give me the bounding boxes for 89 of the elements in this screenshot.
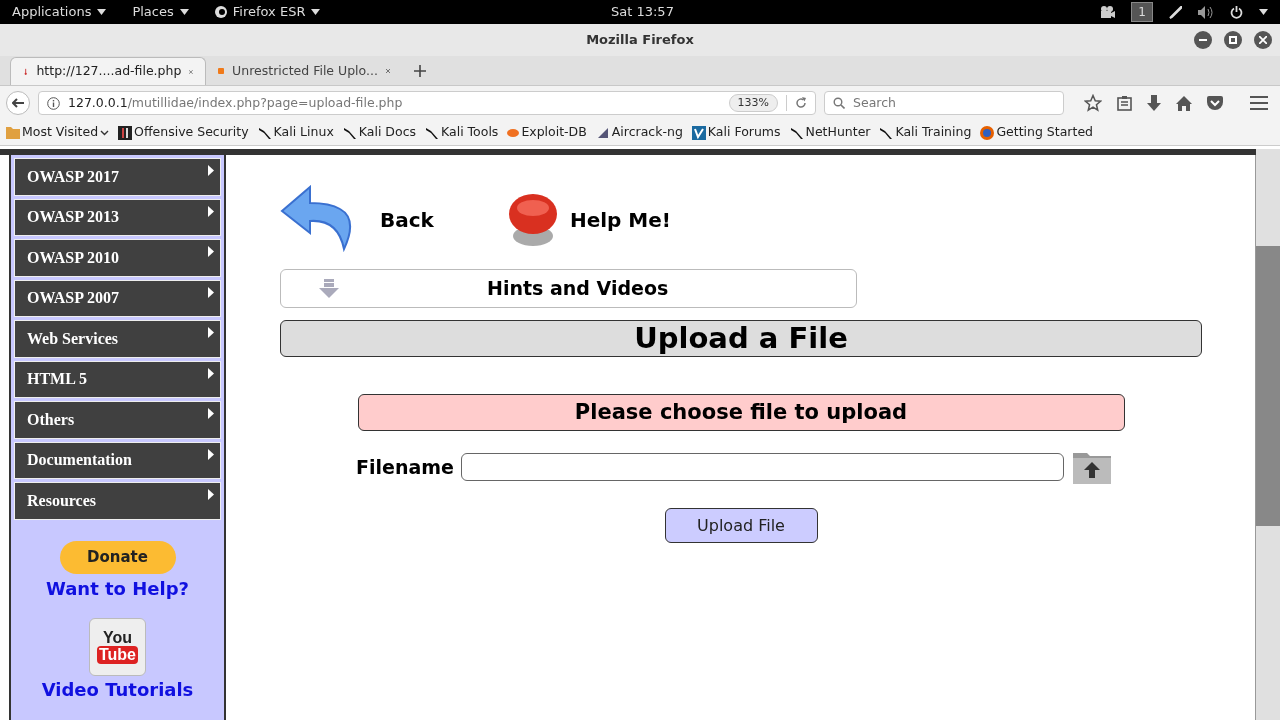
plus-icon <box>414 65 426 77</box>
caret-icon <box>311 9 321 15</box>
back-button[interactable] <box>6 91 30 115</box>
pocket-icon[interactable] <box>1207 96 1223 110</box>
star-icon[interactable] <box>1084 94 1102 112</box>
arrow-right-icon <box>208 489 214 501</box>
tab-title: http://127....ad-file.php <box>36 62 182 81</box>
arrow-right-icon <box>208 327 214 339</box>
help-link[interactable]: Want to Help? <box>45 574 190 602</box>
window-title: Mozilla Firefox <box>586 31 694 50</box>
top-bar-menu[interactable]: Firefox ESR <box>214 2 321 22</box>
bookmark-item[interactable]: NetHunter <box>789 123 871 142</box>
sidebar-menu-item[interactable]: Resources <box>14 482 221 520</box>
video-tutorials-link[interactable]: Video Tutorials <box>41 675 194 703</box>
info-icon <box>47 96 60 110</box>
upload-file-button[interactable]: Upload File <box>664 508 818 543</box>
clipboard-icon[interactable] <box>1117 95 1132 111</box>
arrow-right-icon <box>208 246 214 258</box>
sidebar-menu-item[interactable]: Others <box>14 401 221 439</box>
hints-panel[interactable]: Hints and Videos <box>280 269 857 308</box>
hints-title: Hints and Videos <box>487 276 669 302</box>
volume-icon <box>1198 5 1214 19</box>
bookmark-item[interactable]: Kali Docs <box>342 123 416 142</box>
youtube-logo[interactable]: You Tube <box>89 617 146 676</box>
filename-label: Filename <box>356 454 454 480</box>
bookmark-item[interactable]: Kali Linux <box>257 123 334 142</box>
caret-icon <box>1259 9 1268 15</box>
arrow-right-icon <box>208 367 214 379</box>
upload-message: Please choose file to upload <box>357 394 1125 431</box>
bookmark-item[interactable]: Kali Forums <box>691 123 781 142</box>
search-icon <box>833 97 845 109</box>
arrow-right-icon <box>208 286 214 298</box>
url-text: 127.0.0.1/mutillidae/index.php?page=upload-file.php <box>68 93 404 112</box>
bookmark-item[interactable]: Exploit-DB <box>507 123 587 142</box>
donate-button[interactable]: Donate <box>59 540 176 574</box>
firefox-icon <box>980 125 995 140</box>
folder-icon <box>6 126 20 139</box>
close-button[interactable] <box>1254 31 1272 49</box>
help-link[interactable]: Help Me! <box>569 205 671 235</box>
page-heading: Upload a File <box>280 320 1202 357</box>
home-icon[interactable] <box>1176 95 1192 111</box>
sidebar-menu-item[interactable]: HTML 5 <box>14 360 221 398</box>
bookmark-icon <box>691 125 706 140</box>
arrow-down-icon <box>319 278 339 299</box>
arrow-right-icon <box>208 165 214 177</box>
search-field[interactable]: Search <box>824 91 1064 115</box>
arrow-right-icon <box>208 448 214 460</box>
maximize-button[interactable] <box>1224 31 1242 49</box>
back-link[interactable]: Back <box>380 205 434 235</box>
minimize-button[interactable] <box>1194 31 1212 49</box>
clock: Sat 13:57 <box>611 3 674 22</box>
sidebar-menu-item[interactable]: OWASP 2017 <box>14 158 221 196</box>
browser-tab[interactable]: http://127....ad-file.php <box>10 57 206 85</box>
sidebar-menu-item[interactable]: Web Services <box>14 320 221 358</box>
workspace-indicator[interactable]: 1 <box>1131 2 1153 22</box>
bookmark-item[interactable]: Aircrack-ng <box>595 123 683 142</box>
caret-icon <box>179 9 189 15</box>
arrow-right-icon <box>208 205 214 217</box>
firefox-icon <box>214 6 227 18</box>
menu-icon[interactable] <box>1250 96 1268 110</box>
bookmark-item[interactable]: Offensive Security <box>118 123 249 142</box>
address-field[interactable]: 127.0.0.1/mutillidae/index.php?page=upload-file.php 133% <box>38 91 816 115</box>
bookmark-icon <box>118 125 133 140</box>
pen-icon <box>1169 5 1182 19</box>
sidebar-menu-item[interactable]: OWASP 2013 <box>14 198 221 236</box>
sidebar-menu-item[interactable]: OWASP 2010 <box>14 239 221 277</box>
download-icon[interactable] <box>1147 95 1161 111</box>
tab-title: Unrestricted File Uplo... <box>232 61 378 80</box>
arrow-left-icon <box>12 98 24 108</box>
top-bar-menu[interactable]: Applications <box>12 2 107 22</box>
bookmark-item[interactable]: Kali Tools <box>425 123 499 142</box>
filename-field[interactable] <box>460 453 1064 481</box>
sidebar-menu-item[interactable]: Documentation <box>14 441 221 479</box>
bookmark-item[interactable]: Most Visited <box>6 123 110 142</box>
bookmark-item[interactable]: Getting Started <box>980 123 1094 142</box>
browser-tab[interactable]: Unrestricted File Uplo... <box>206 57 402 85</box>
tab-close-icon[interactable] <box>189 67 193 76</box>
zoom-level[interactable]: 133% <box>728 93 778 113</box>
reload-icon[interactable] <box>795 97 807 109</box>
bookmark-item[interactable]: Kali Training <box>879 123 972 142</box>
close-icon <box>1259 36 1267 44</box>
chevron-down-icon <box>100 129 110 136</box>
tab-close-icon[interactable] <box>385 67 390 75</box>
camera-icon <box>1099 6 1116 18</box>
arrow-right-icon <box>208 408 214 420</box>
power-icon <box>1230 5 1243 19</box>
top-bar-menu[interactable]: Places <box>132 2 189 22</box>
caret-icon <box>97 9 107 15</box>
sidebar-menu-item[interactable]: OWASP 2007 <box>14 279 221 317</box>
